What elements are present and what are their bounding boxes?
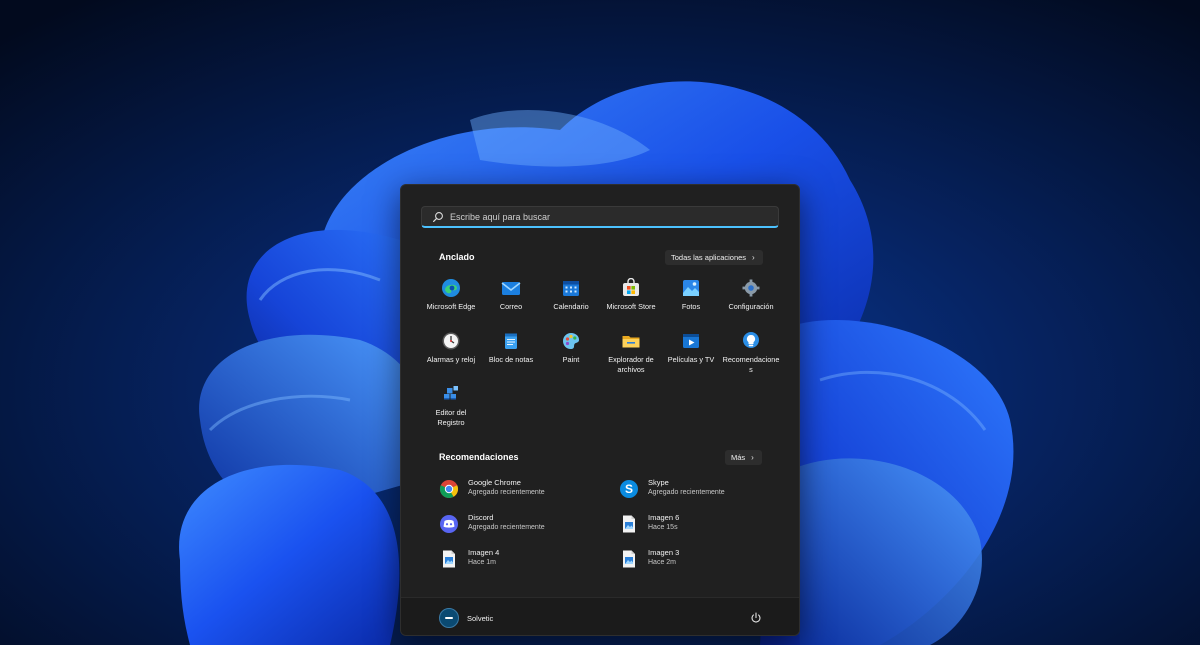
avatar-logo-mark [445, 617, 453, 619]
recommended-item-name: Imagen 6 [648, 513, 680, 522]
discord-icon [439, 514, 459, 534]
notepad-icon [501, 331, 521, 351]
recommended-item-subtitle: Hace 15s [648, 524, 678, 531]
app-label: Explorador de archivos [608, 355, 654, 374]
recommended-item-name: Imagen 4 [468, 548, 500, 557]
pinned-app-configuracion[interactable]: Configuración [721, 275, 781, 328]
search-box[interactable] [421, 206, 779, 228]
pinned-app-peliculas-y-tv[interactable]: Películas y TV [661, 328, 721, 381]
start-menu: Anclado Todas las aplicaciones › Microso… [400, 184, 800, 636]
pinned-app-correo[interactable]: Correo [481, 275, 541, 328]
calendar-icon [561, 278, 581, 298]
pinned-app-alarmas-y-reloj[interactable]: Alarmas y reloj [421, 328, 481, 381]
pinned-app-bloc-de-notas[interactable]: Bloc de notas [481, 328, 541, 381]
recommended-item-name: Discord [468, 513, 494, 522]
pinned-app-explorador-de-archivos[interactable]: Explorador de archivos [601, 328, 661, 381]
chrome-icon [439, 479, 459, 499]
recommended-item-discord[interactable]: Discord Agregado recientemente [439, 513, 619, 548]
recommended-item-subtitle: Agregado recientemente [468, 489, 545, 496]
app-label: Alarmas y reloj [426, 355, 476, 364]
app-label: Películas y TV [667, 355, 715, 364]
power-button[interactable] [747, 609, 765, 627]
user-name: Solvetic [467, 613, 494, 623]
app-label: Calendario [553, 302, 589, 311]
app-label: Bloc de notas [488, 355, 534, 364]
app-label: Microsoft Edge [426, 302, 476, 311]
recommended-item-subtitle: Hace 2m [648, 559, 677, 566]
edge-icon [441, 278, 461, 298]
tips-bulb-icon [741, 331, 761, 351]
pinned-app-recomendaciones[interactable]: Recomendaciones [721, 328, 781, 381]
photos-icon [681, 278, 701, 298]
registry-cubes-icon [441, 384, 461, 404]
paint-palette-icon [561, 331, 581, 351]
recommended-item-subtitle: Agregado recientemente [648, 489, 725, 496]
image-file-icon [439, 549, 459, 569]
more-label: Más [731, 453, 746, 462]
start-menu-footer: Solvetic [401, 597, 799, 635]
user-account-button[interactable]: Solvetic [439, 608, 493, 628]
pinned-app-editor-del-registro[interactable]: Editor del Registro [421, 381, 481, 434]
clock-icon [441, 331, 461, 351]
app-label: Microsoft Store [606, 302, 656, 311]
app-label: Correo [499, 302, 523, 311]
folder-icon [621, 331, 641, 351]
all-apps-label: Todas las aplicaciones [671, 253, 747, 262]
more-button[interactable]: Más › [725, 450, 762, 465]
movies-tv-icon [681, 331, 701, 351]
recommended-list: Google Chrome Agregado recientemente S S… [439, 478, 779, 583]
app-label: Fotos [681, 302, 701, 311]
pinned-app-microsoft-store[interactable]: Microsoft Store [601, 275, 661, 328]
recommended-section-title: Recomendaciones [439, 452, 519, 462]
recommended-item-subtitle: Agregado recientemente [468, 524, 545, 531]
recommended-item-name: Google Chrome [468, 478, 521, 487]
recommended-item-name: Imagen 3 [648, 548, 680, 557]
app-label: Editor del Registro [435, 408, 467, 427]
recommended-item-google-chrome[interactable]: Google Chrome Agregado recientemente [439, 478, 619, 513]
svg-text:S: S [625, 482, 633, 496]
app-label: Paint [562, 355, 580, 364]
search-icon [433, 211, 443, 222]
pinned-app-calendario[interactable]: Calendario [541, 275, 601, 328]
pinned-app-microsoft-edge[interactable]: Microsoft Edge [421, 275, 481, 328]
chevron-right-icon: › [751, 453, 754, 462]
recommended-item-skype[interactable]: S Skype Agregado recientemente [619, 478, 779, 513]
image-file-icon [619, 514, 639, 534]
all-apps-button[interactable]: Todas las aplicaciones › [665, 250, 763, 265]
image-file-icon [619, 549, 639, 569]
recommended-item-subtitle: Hace 1m [468, 559, 497, 566]
power-icon [751, 612, 761, 623]
recommended-item-imagen-3[interactable]: Imagen 3 Hace 2m [619, 548, 779, 583]
search-input[interactable] [450, 211, 778, 222]
pinned-section-title: Anclado [439, 252, 475, 262]
pinned-app-paint[interactable]: Paint [541, 328, 601, 381]
recommended-item-imagen-4[interactable]: Imagen 4 Hace 1m [439, 548, 619, 583]
app-label: Recomendaciones [722, 355, 780, 374]
avatar [439, 608, 459, 628]
pinned-apps-grid: Microsoft Edge Correo Calendario Microso… [421, 275, 781, 434]
store-icon [621, 278, 641, 298]
skype-icon: S [619, 479, 639, 499]
chevron-right-icon: › [752, 253, 755, 262]
app-label: Configuración [728, 302, 774, 311]
recommended-item-name: Skype [648, 478, 669, 487]
pinned-app-fotos[interactable]: Fotos [661, 275, 721, 328]
recommended-item-imagen-6[interactable]: Imagen 6 Hace 15s [619, 513, 779, 548]
settings-gear-icon [741, 278, 761, 298]
mail-icon [501, 278, 521, 298]
